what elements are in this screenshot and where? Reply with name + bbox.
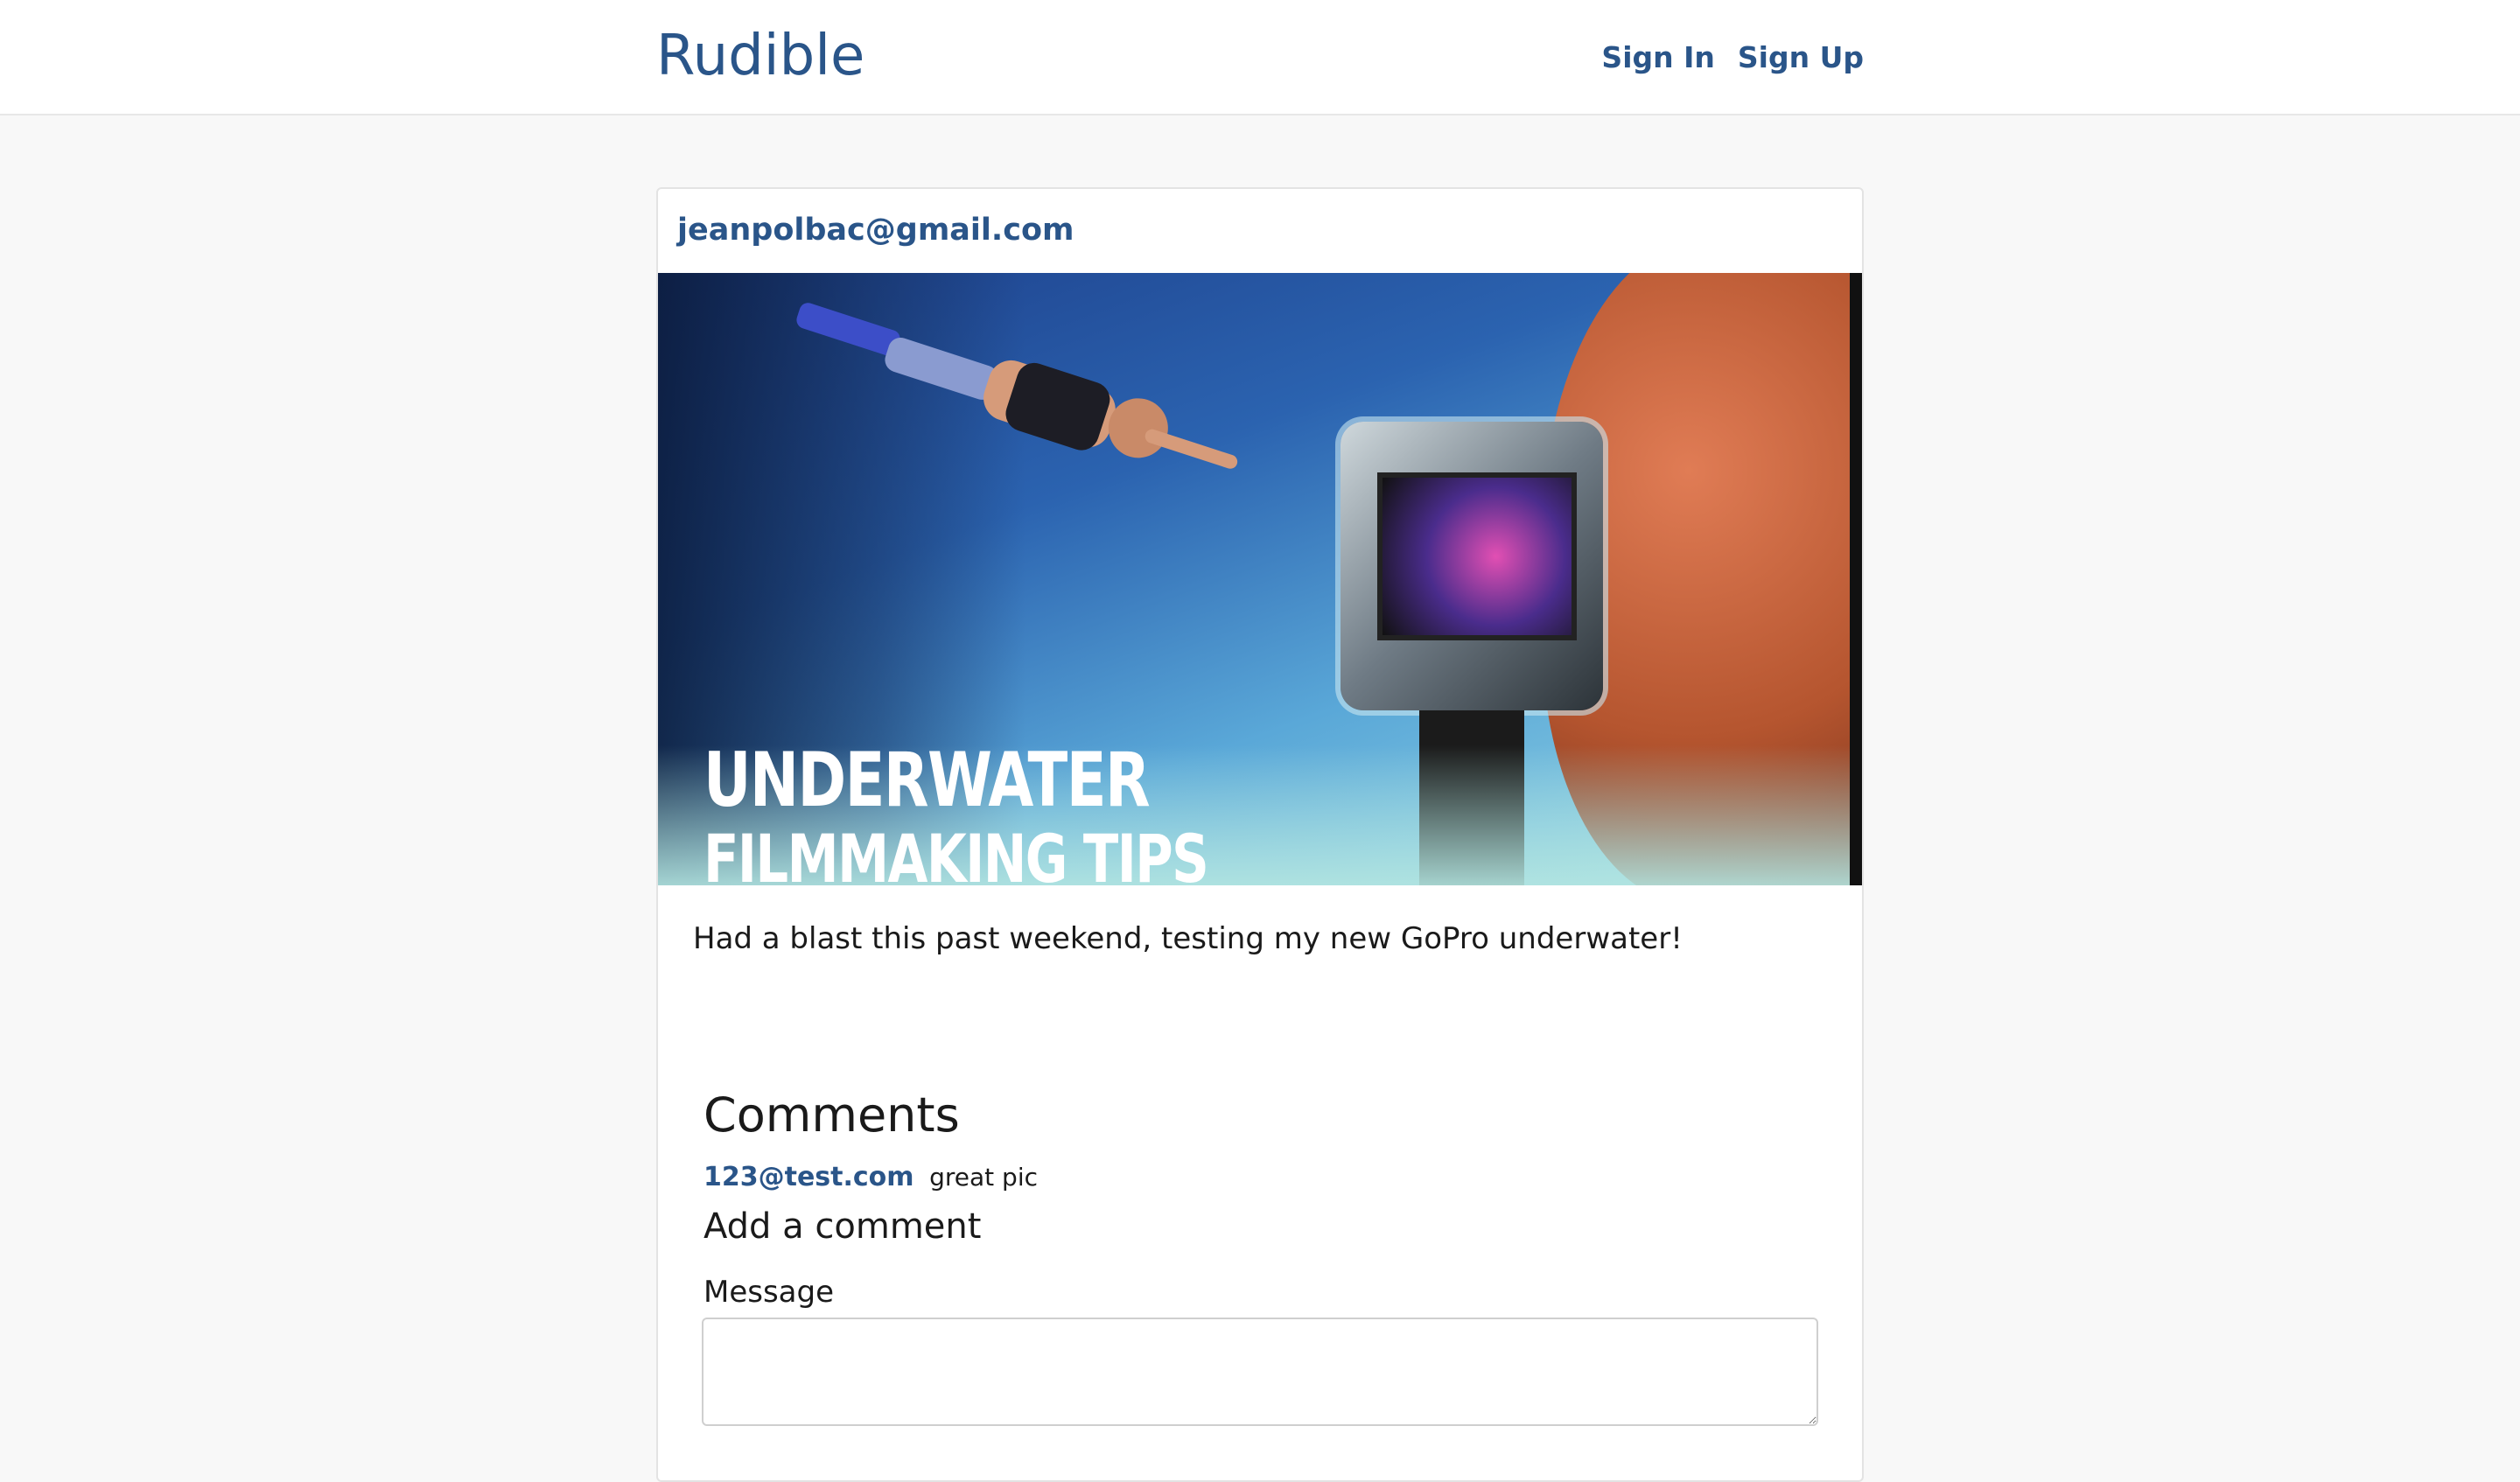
image-overlay-title: UNDERWATER xyxy=(704,737,1151,824)
gopro-camera xyxy=(1340,422,1603,885)
post-image: UNDERWATER FILMMAKING TIPS xyxy=(658,273,1862,885)
brand-logo[interactable]: Rudible xyxy=(656,21,864,91)
sign-up-link[interactable]: Sign Up xyxy=(1738,38,1864,77)
comment-author-link[interactable]: 123@test.com xyxy=(704,1162,914,1192)
nav-links: Sign In Sign Up xyxy=(1601,38,1864,77)
post-card: jeanpolbac@gmail.com UNDERWATER FILMMAKI… xyxy=(656,187,1864,1482)
camera-screen xyxy=(1377,472,1577,640)
message-label: Message xyxy=(704,1275,835,1310)
add-comment-heading: Add a comment xyxy=(704,1206,982,1247)
post-caption: Had a blast this past weekend, testing m… xyxy=(693,921,1683,956)
comment-item: 123@test.com great pic xyxy=(704,1160,1038,1195)
post-author-link[interactable]: jeanpolbac@gmail.com xyxy=(677,208,1074,252)
image-overlay-subtitle: FILMMAKING TIPS xyxy=(704,820,1209,885)
message-textarea[interactable] xyxy=(702,1318,1818,1426)
top-navbar: Rudible Sign In Sign Up xyxy=(0,0,2520,115)
comment-text: great pic xyxy=(929,1163,1038,1192)
image-edge xyxy=(1850,273,1862,885)
comments-heading: Comments xyxy=(704,1087,960,1143)
sign-in-link[interactable]: Sign In xyxy=(1601,38,1714,77)
